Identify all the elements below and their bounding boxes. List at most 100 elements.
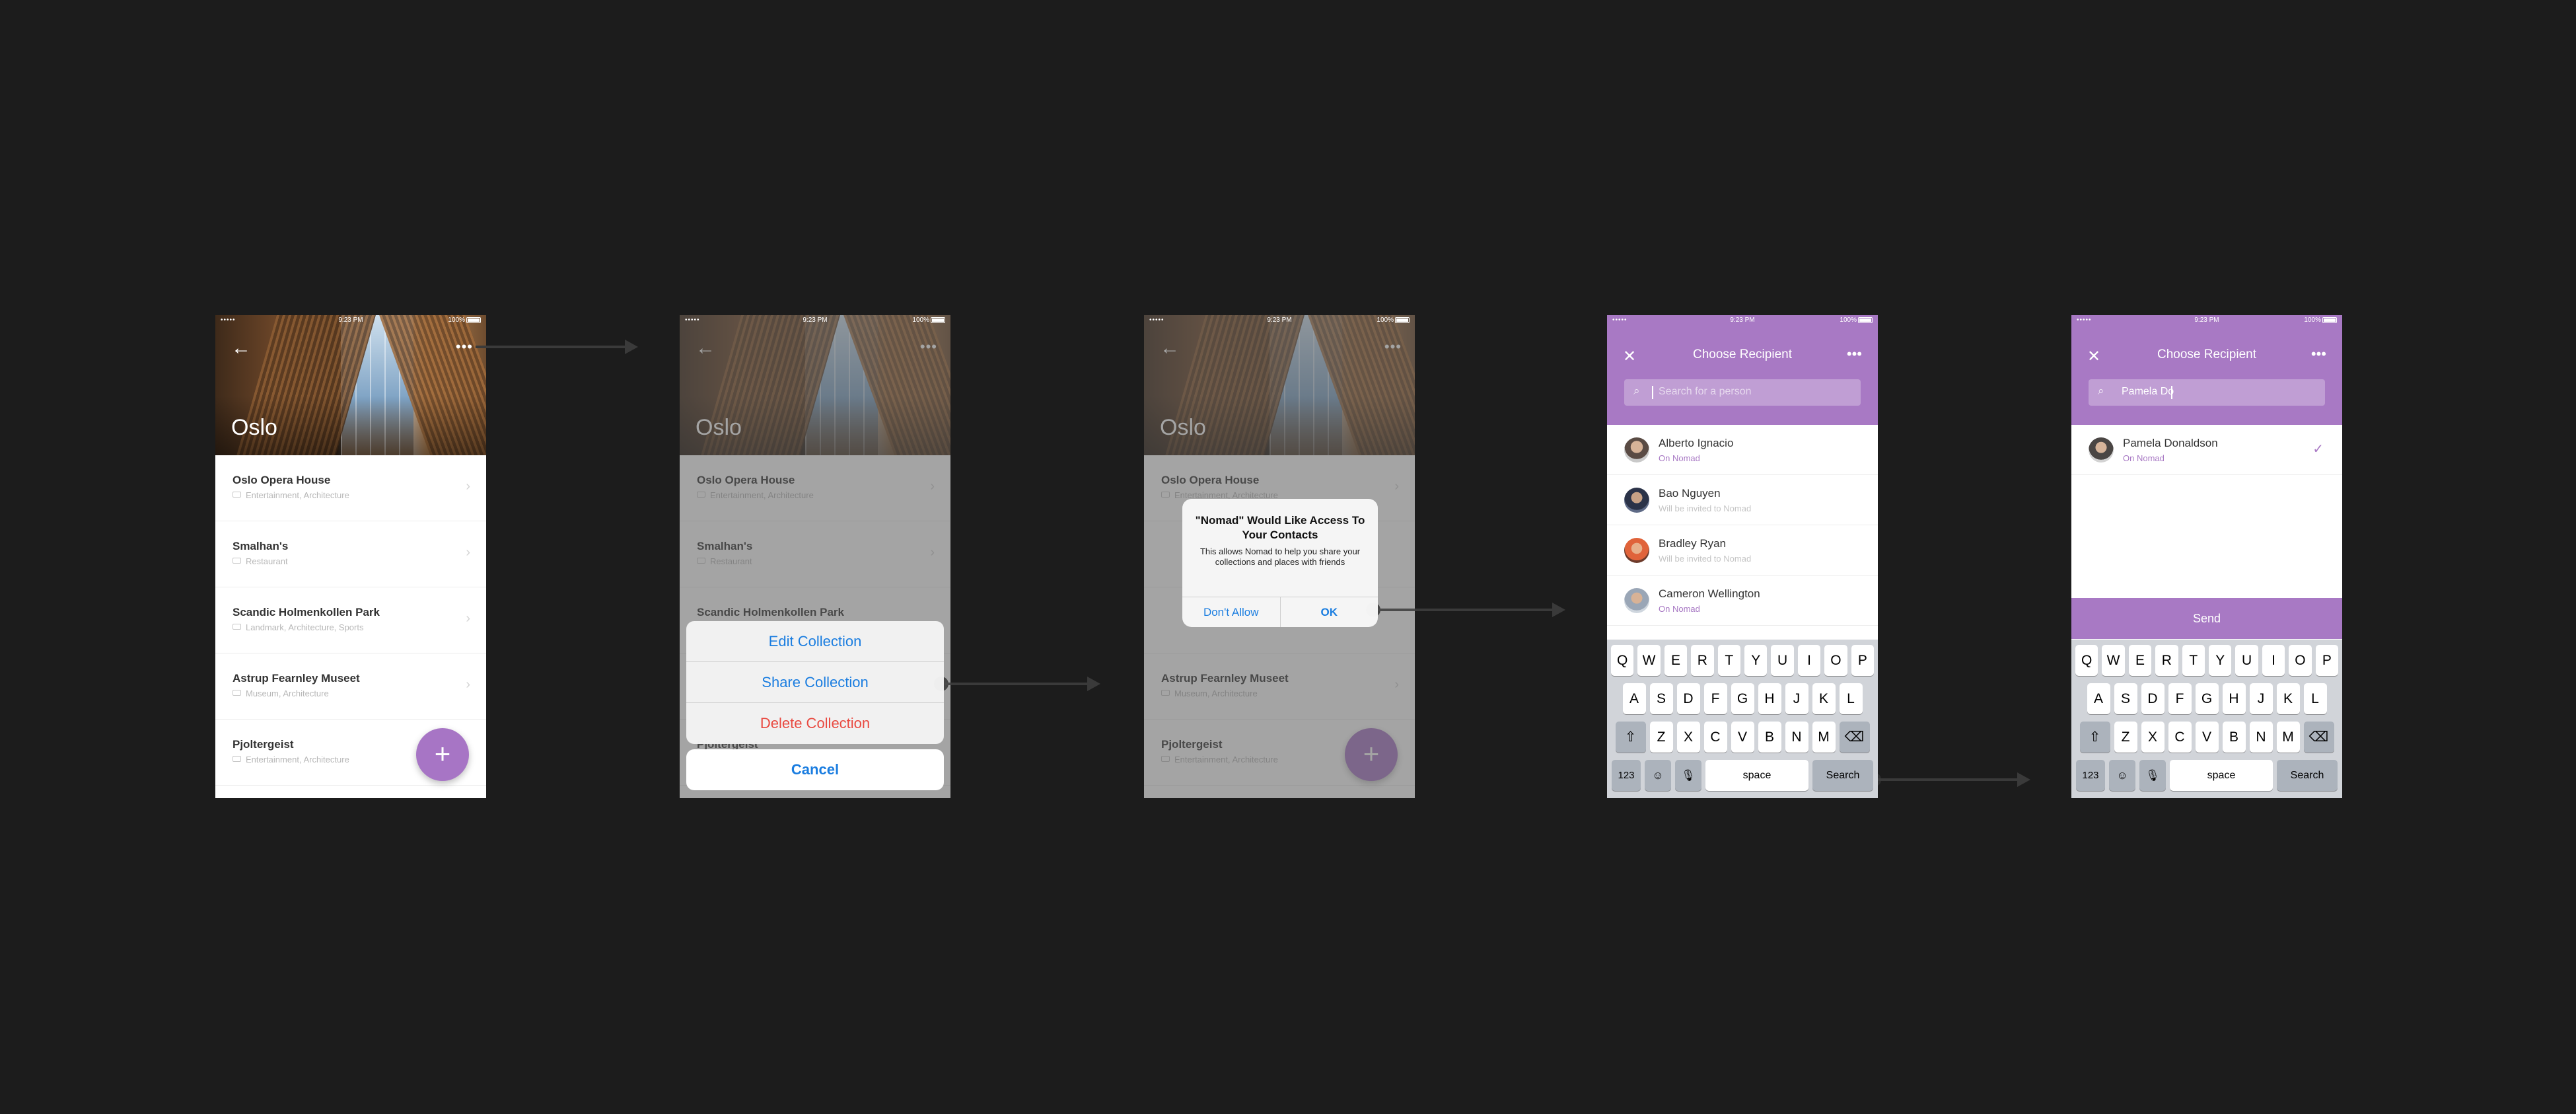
key[interactable]: P: [1851, 645, 1875, 676]
key[interactable]: Y: [2209, 645, 2232, 676]
key[interactable]: B: [1758, 722, 1781, 753]
key[interactable]: T: [2182, 645, 2205, 676]
key[interactable]: C: [2168, 722, 2192, 753]
microphone-key-icon[interactable]: 🎙: [2139, 760, 2166, 791]
key[interactable]: O: [2289, 645, 2312, 676]
key[interactable]: Q: [1610, 645, 1634, 676]
add-button[interactable]: +: [416, 728, 469, 781]
send-button[interactable]: Send: [2071, 598, 2342, 639]
key[interactable]: L: [1839, 683, 1863, 714]
key[interactable]: P: [2315, 645, 2339, 676]
key[interactable]: M: [2276, 722, 2300, 753]
space-key[interactable]: space: [1705, 760, 1808, 791]
numbers-key[interactable]: 123: [2076, 760, 2105, 791]
key[interactable]: V: [1731, 722, 1754, 753]
key[interactable]: F: [1703, 683, 1727, 714]
emoji-key-icon[interactable]: ☺: [1645, 760, 1671, 791]
key[interactable]: D: [2141, 683, 2165, 714]
share-collection-button[interactable]: Share Collection: [686, 662, 944, 703]
key[interactable]: J: [2249, 683, 2273, 714]
key[interactable]: A: [1622, 683, 1646, 714]
search-key[interactable]: Search: [1812, 760, 1873, 791]
key[interactable]: T: [1717, 645, 1740, 676]
action-sheet: Edit Collection Share Collection Delete …: [686, 621, 944, 790]
search-input[interactable]: ⌕ Search for a person: [1624, 379, 1861, 406]
key[interactable]: K: [1812, 683, 1836, 714]
shift-key-icon[interactable]: ⇧: [1615, 722, 1646, 753]
key[interactable]: S: [2114, 683, 2137, 714]
key[interactable]: G: [2195, 683, 2219, 714]
list-item[interactable]: Oslo Opera House Entertainment, Architect…: [215, 455, 486, 521]
key[interactable]: U: [1771, 645, 1794, 676]
more-icon[interactable]: •••: [1847, 346, 1862, 363]
list-item[interactable]: Smalhan's Restaurant ›: [215, 521, 486, 587]
key[interactable]: V: [2195, 722, 2219, 753]
key[interactable]: Q: [2075, 645, 2098, 676]
key[interactable]: L: [2303, 683, 2327, 714]
more-icon[interactable]: •••: [2311, 346, 2326, 363]
numbers-key[interactable]: 123: [1612, 760, 1641, 791]
key[interactable]: A: [2087, 683, 2110, 714]
place-tags: Landmark, Architecture, Sports: [246, 622, 364, 632]
key[interactable]: H: [2222, 683, 2246, 714]
list-item[interactable]: Astrup Fearnley Museet Museum, Architectu…: [215, 653, 486, 720]
key[interactable]: K: [2276, 683, 2300, 714]
list-item[interactable]: Pamela Donaldson On Nomad ✓: [2071, 425, 2342, 475]
microphone-key-icon[interactable]: 🎙: [1675, 760, 1701, 791]
status-time: 9:23 PM: [338, 316, 363, 324]
list-item[interactable]: Cameron Wellington On Nomad: [1607, 576, 1878, 626]
contact-name: Pamela Donaldson: [2123, 437, 2218, 449]
list-item[interactable]: Alberto Ignacio On Nomad: [1607, 425, 1878, 475]
screen-recipient-search: ••••• 9:23 PM 100% ✕ Choose Recipient ••…: [2071, 315, 2342, 798]
search-input[interactable]: ⌕ Pamela Do: [2089, 379, 2325, 406]
list-item[interactable]: Bao Nguyen Will be invited to Nomad: [1607, 475, 1878, 525]
key[interactable]: U: [2235, 645, 2258, 676]
key[interactable]: I: [1797, 645, 1821, 676]
dont-allow-button[interactable]: Don't Allow: [1182, 597, 1280, 627]
key[interactable]: N: [2249, 722, 2273, 753]
key[interactable]: Y: [1744, 645, 1768, 676]
ok-button[interactable]: OK: [1279, 597, 1378, 627]
key[interactable]: X: [2141, 722, 2165, 753]
key[interactable]: J: [1785, 683, 1808, 714]
delete-collection-button[interactable]: Delete Collection: [686, 703, 944, 744]
key[interactable]: D: [1676, 683, 1700, 714]
status-bar: ••••• 9:23 PM 100%: [680, 315, 950, 324]
key[interactable]: G: [1731, 683, 1754, 714]
key[interactable]: E: [1664, 645, 1688, 676]
delete-key-icon[interactable]: ⌫: [2303, 722, 2334, 753]
key[interactable]: W: [1637, 645, 1661, 676]
key[interactable]: S: [1649, 683, 1673, 714]
tag-icon: [233, 624, 241, 630]
key[interactable]: X: [1676, 722, 1700, 753]
key[interactable]: Z: [2114, 722, 2137, 753]
delete-key-icon[interactable]: ⌫: [1839, 722, 1870, 753]
status-bar: ••••• 9:23 PM 100%: [1144, 315, 1415, 324]
key[interactable]: H: [1758, 683, 1781, 714]
status-bar: ••••• 9:23 PM 100%: [1607, 315, 1878, 324]
key[interactable]: I: [2262, 645, 2285, 676]
edit-collection-button[interactable]: Edit Collection: [686, 621, 944, 662]
key[interactable]: O: [1824, 645, 1847, 676]
more-icon[interactable]: •••: [456, 340, 473, 354]
list-item[interactable]: Bradley Ryan Will be invited to Nomad: [1607, 525, 1878, 576]
place-title: Smalhan's: [233, 540, 289, 552]
back-arrow-icon[interactable]: ←: [231, 338, 251, 358]
key[interactable]: R: [2155, 645, 2178, 676]
key[interactable]: Z: [1649, 722, 1673, 753]
key[interactable]: N: [1785, 722, 1808, 753]
search-key[interactable]: Search: [2277, 760, 2338, 791]
text-cursor: [2171, 386, 2172, 399]
emoji-key-icon[interactable]: ☺: [2109, 760, 2135, 791]
key[interactable]: R: [1691, 645, 1714, 676]
cancel-button[interactable]: Cancel: [686, 749, 944, 790]
key[interactable]: B: [2222, 722, 2246, 753]
key[interactable]: F: [2168, 683, 2192, 714]
key[interactable]: W: [2102, 645, 2125, 676]
shift-key-icon[interactable]: ⇧: [2079, 722, 2110, 753]
key[interactable]: E: [2128, 645, 2152, 676]
key[interactable]: M: [1812, 722, 1836, 753]
space-key[interactable]: space: [2170, 760, 2273, 791]
list-item[interactable]: Scandic Holmenkollen Park Landmark, Archi…: [215, 587, 486, 653]
key[interactable]: C: [1703, 722, 1727, 753]
